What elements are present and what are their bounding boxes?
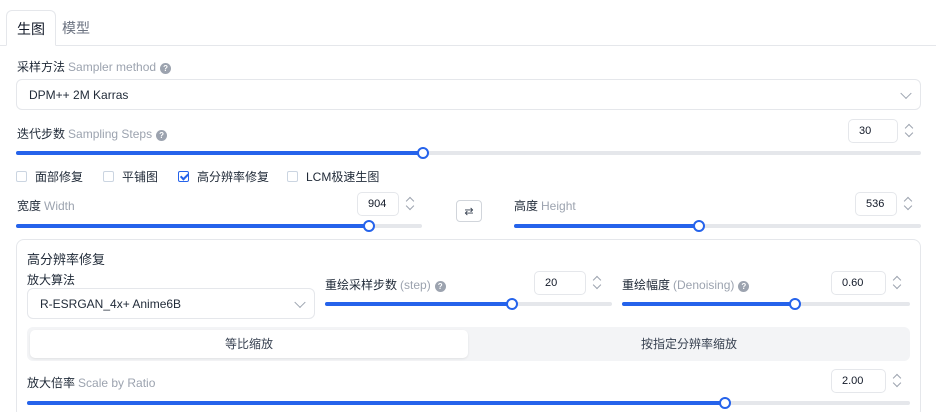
stepper-icon[interactable] <box>901 120 919 142</box>
height-label: 高度 Height <box>514 197 576 214</box>
checkbox-box[interactable] <box>287 171 298 182</box>
help-icon[interactable]: ? <box>160 63 172 74</box>
steps-label-text: 迭代步数 <box>17 127 66 141</box>
width-label-en: Width <box>44 199 75 213</box>
help-icon[interactable]: ? <box>434 281 446 292</box>
denoising-label: 重绘幅度 (Denoising)? <box>622 276 750 293</box>
steps-slider-fill <box>16 151 424 155</box>
checkbox-box[interactable] <box>178 171 189 182</box>
checkbox-label: LCM极速生图 <box>306 170 380 184</box>
height-slider-thumb[interactable] <box>693 220 706 232</box>
upscaler-value: R-ESRGAN_4x+ Anime6B <box>40 296 182 311</box>
stepper-icon[interactable] <box>889 370 907 392</box>
height-label-en: Height <box>541 199 576 213</box>
stepper-icon[interactable] <box>900 193 918 215</box>
steps-label-en: Sampling Steps <box>68 127 153 141</box>
scale-value: 2.00 <box>842 375 864 387</box>
sampler-label-en: Sampler method <box>68 60 157 74</box>
hires-steps-slider-thumb[interactable] <box>505 298 518 310</box>
hires-steps-slider[interactable] <box>325 298 612 310</box>
hires-steps-label-text: 重绘采样步数 <box>325 278 398 292</box>
denoising-slider-thumb[interactable] <box>788 298 801 310</box>
tab-model[interactable]: 模型 <box>52 10 100 46</box>
width-slider[interactable] <box>16 220 422 232</box>
steps-slider-thumb[interactable] <box>417 147 430 159</box>
stepper-icon[interactable] <box>589 272 607 294</box>
height-value: 536 <box>866 198 885 210</box>
swap-icon: ⇄ <box>464 205 474 218</box>
chevron-down-icon <box>294 296 306 308</box>
width-label: 宽度 Width <box>17 197 75 214</box>
checkbox-tiling[interactable]: 平铺图 <box>103 168 158 185</box>
scale-label-text: 放大倍率 <box>27 376 76 390</box>
hires-steps-number-input[interactable]: 20 <box>534 271 602 295</box>
checkbox-face-restore[interactable]: 面部修复 <box>16 168 83 185</box>
denoising-number-input[interactable]: 0.60 <box>831 271 902 295</box>
scale-slider-fill <box>27 401 725 405</box>
height-number-input[interactable]: 536 <box>855 192 913 216</box>
denoising-label-en: (Denoising) <box>673 278 735 292</box>
height-slider-fill <box>514 224 700 228</box>
stepper-icon[interactable] <box>402 193 420 215</box>
sampler-select[interactable]: DPM++ 2M Karras <box>16 79 921 110</box>
width-value: 904 <box>368 198 387 210</box>
checkbox-label: 高分辨率修复 <box>197 170 270 184</box>
hires-panel-title: 高分辨率修复 <box>27 252 106 267</box>
stepper-icon[interactable] <box>889 272 907 294</box>
width-slider-thumb[interactable] <box>363 220 376 232</box>
denoising-value: 0.60 <box>842 277 864 289</box>
steps-slider[interactable] <box>16 147 921 159</box>
scale-mode-ratio[interactable]: 等比缩放 <box>30 330 468 358</box>
sampler-label: 采样方法 Sampler method? <box>17 58 172 75</box>
hires-steps-value: 20 <box>545 277 558 289</box>
help-icon[interactable]: ? <box>156 130 168 141</box>
denoising-slider[interactable] <box>622 298 910 310</box>
scale-number-input[interactable]: 2.00 <box>831 369 902 393</box>
sampler-label-text: 采样方法 <box>17 60 66 74</box>
hires-steps-label: 重绘采样步数 (step)? <box>325 276 446 293</box>
width-slider-fill <box>16 224 370 228</box>
steps-value: 30 <box>859 125 872 137</box>
denoising-slider-fill <box>622 302 795 306</box>
scale-mode-toggle: 等比缩放 按指定分辨率缩放 <box>27 327 910 361</box>
scale-label: 放大倍率 Scale by Ratio <box>27 374 155 391</box>
checkbox-hires-fix[interactable]: 高分辨率修复 <box>178 168 269 185</box>
width-label-text: 宽度 <box>17 199 42 213</box>
steps-label: 迭代步数 Sampling Steps? <box>17 125 168 142</box>
scale-mode-resolution[interactable]: 按指定分辨率缩放 <box>471 330 907 358</box>
scale-slider-thumb[interactable] <box>718 397 731 409</box>
sampler-value: DPM++ 2M Karras <box>29 87 129 102</box>
steps-number-input[interactable]: 30 <box>848 119 914 143</box>
scale-label-en: Scale by Ratio <box>78 376 156 390</box>
height-slider[interactable] <box>514 220 921 232</box>
hires-steps-label-en: (step) <box>400 278 431 292</box>
checkbox-box[interactable] <box>16 171 27 182</box>
width-number-input[interactable]: 904 <box>357 192 415 216</box>
height-label-text: 高度 <box>514 199 539 213</box>
help-icon[interactable]: ? <box>738 281 750 292</box>
chevron-down-icon <box>900 87 912 99</box>
checkbox-lcm[interactable]: LCM极速生图 <box>287 168 379 185</box>
swap-dimensions-button[interactable]: ⇄ <box>456 200 482 222</box>
checkbox-box[interactable] <box>103 171 114 182</box>
checkbox-label: 平铺图 <box>122 170 159 184</box>
upscaler-label: 放大算法 <box>27 273 76 287</box>
upscaler-select[interactable]: R-ESRGAN_4x+ Anime6B <box>27 288 315 319</box>
scale-slider[interactable] <box>27 397 910 409</box>
denoising-label-text: 重绘幅度 <box>622 278 671 292</box>
hires-steps-slider-fill <box>325 302 512 306</box>
tab-generate[interactable]: 生图 <box>6 10 56 46</box>
checkbox-label: 面部修复 <box>35 170 84 184</box>
tab-bar: 生图 模型 <box>0 0 936 46</box>
